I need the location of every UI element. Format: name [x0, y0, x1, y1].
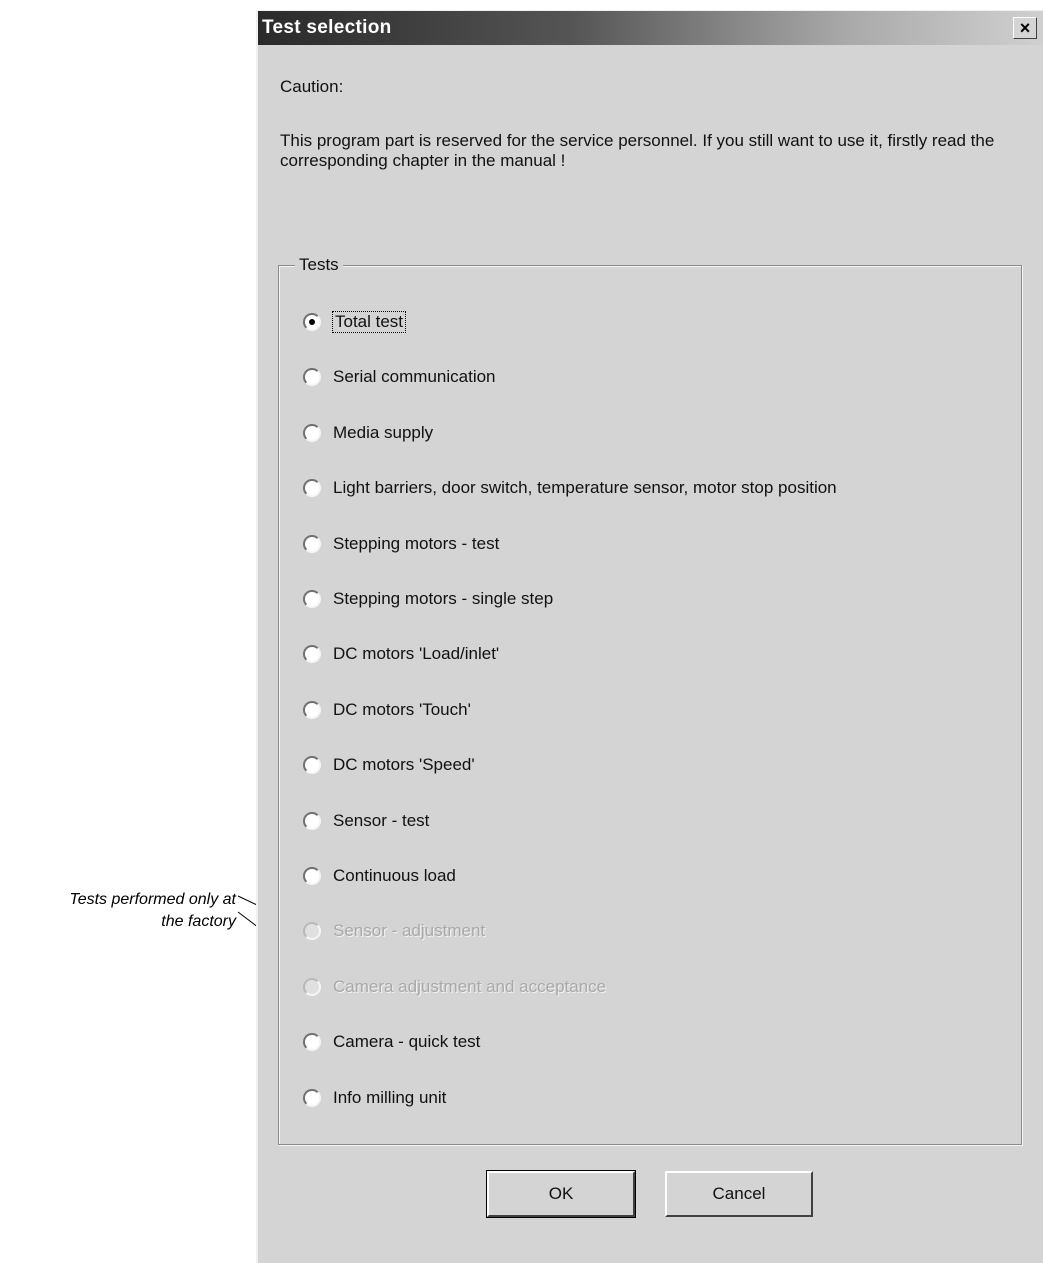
radio-button[interactable] [303, 1033, 321, 1051]
test-option[interactable]: Serial communication [303, 363, 496, 391]
test-option-label: Info milling unit [333, 1088, 447, 1107]
close-button[interactable]: × [1013, 17, 1037, 39]
test-option[interactable]: Stepping motors - test [303, 530, 499, 558]
close-icon: × [1019, 18, 1031, 38]
radio-button[interactable] [303, 1089, 321, 1107]
test-option-label: Camera - quick test [333, 1032, 481, 1051]
test-option[interactable]: Light barriers, door switch, temperature… [303, 474, 837, 502]
test-option[interactable]: DC motors 'Touch' [303, 696, 471, 724]
test-option-label: Continuous load [333, 866, 456, 885]
test-option-label: Light barriers, door switch, temperature… [333, 478, 837, 497]
test-option-label: Camera adjustment and acceptance [333, 977, 607, 996]
radio-button[interactable] [303, 645, 321, 663]
dialog-title: Test selection [262, 17, 392, 38]
test-option-label: Sensor - test [333, 811, 430, 830]
test-option-label: DC motors 'Load/inlet' [333, 644, 500, 663]
test-option-label: Sensor - adjustment [333, 921, 486, 940]
radio-button[interactable] [303, 590, 321, 608]
test-option[interactable]: Camera - quick test [303, 1028, 480, 1056]
test-option[interactable]: DC motors 'Load/inlet' [303, 640, 499, 668]
test-option[interactable]: Media supply [303, 419, 433, 447]
radio-button[interactable] [303, 867, 321, 885]
test-option-label: DC motors 'Touch' [333, 700, 471, 719]
test-option: Camera adjustment and acceptance [303, 973, 606, 1001]
test-option[interactable]: Total test [303, 308, 407, 336]
cancel-button[interactable]: Cancel [665, 1171, 813, 1217]
radio-button[interactable] [303, 812, 321, 830]
test-option-label: Stepping motors - test [333, 534, 500, 553]
radio-button[interactable] [303, 313, 321, 331]
test-option-label: DC motors 'Speed' [333, 755, 475, 774]
test-option[interactable]: Info milling unit [303, 1084, 446, 1112]
test-option-label: Total test [331, 311, 407, 333]
radio-button [303, 978, 321, 996]
radio-button[interactable] [303, 756, 321, 774]
radio-button[interactable] [303, 424, 321, 442]
caution-label: Caution: [280, 77, 344, 96]
test-option-label: Serial communication [333, 367, 496, 386]
radio-button [303, 922, 321, 940]
tests-group-label: Tests [295, 255, 343, 275]
test-selection-dialog: Test selection × Caution: This program p… [256, 10, 1043, 1263]
radio-button[interactable] [303, 535, 321, 553]
tests-groupbox: Tests Total test Serial communication Medi… [278, 255, 1022, 1145]
radio-button[interactable] [303, 368, 321, 386]
warning-text: This program part is reserved for the se… [280, 131, 995, 170]
test-option[interactable]: DC motors 'Speed' [303, 751, 475, 779]
test-option[interactable]: Continuous load [303, 862, 456, 890]
title-bar[interactable]: Test selection × [258, 11, 1043, 45]
ok-button[interactable]: OK [486, 1170, 636, 1218]
test-option-label: Stepping motors - single step [333, 589, 554, 608]
test-option[interactable]: Sensor - test [303, 807, 429, 835]
test-option: Sensor - adjustment [303, 917, 485, 945]
radio-button[interactable] [303, 701, 321, 719]
radio-button[interactable] [303, 479, 321, 497]
test-option[interactable]: Stepping motors - single step [303, 585, 553, 613]
test-option-label: Media supply [333, 423, 434, 442]
